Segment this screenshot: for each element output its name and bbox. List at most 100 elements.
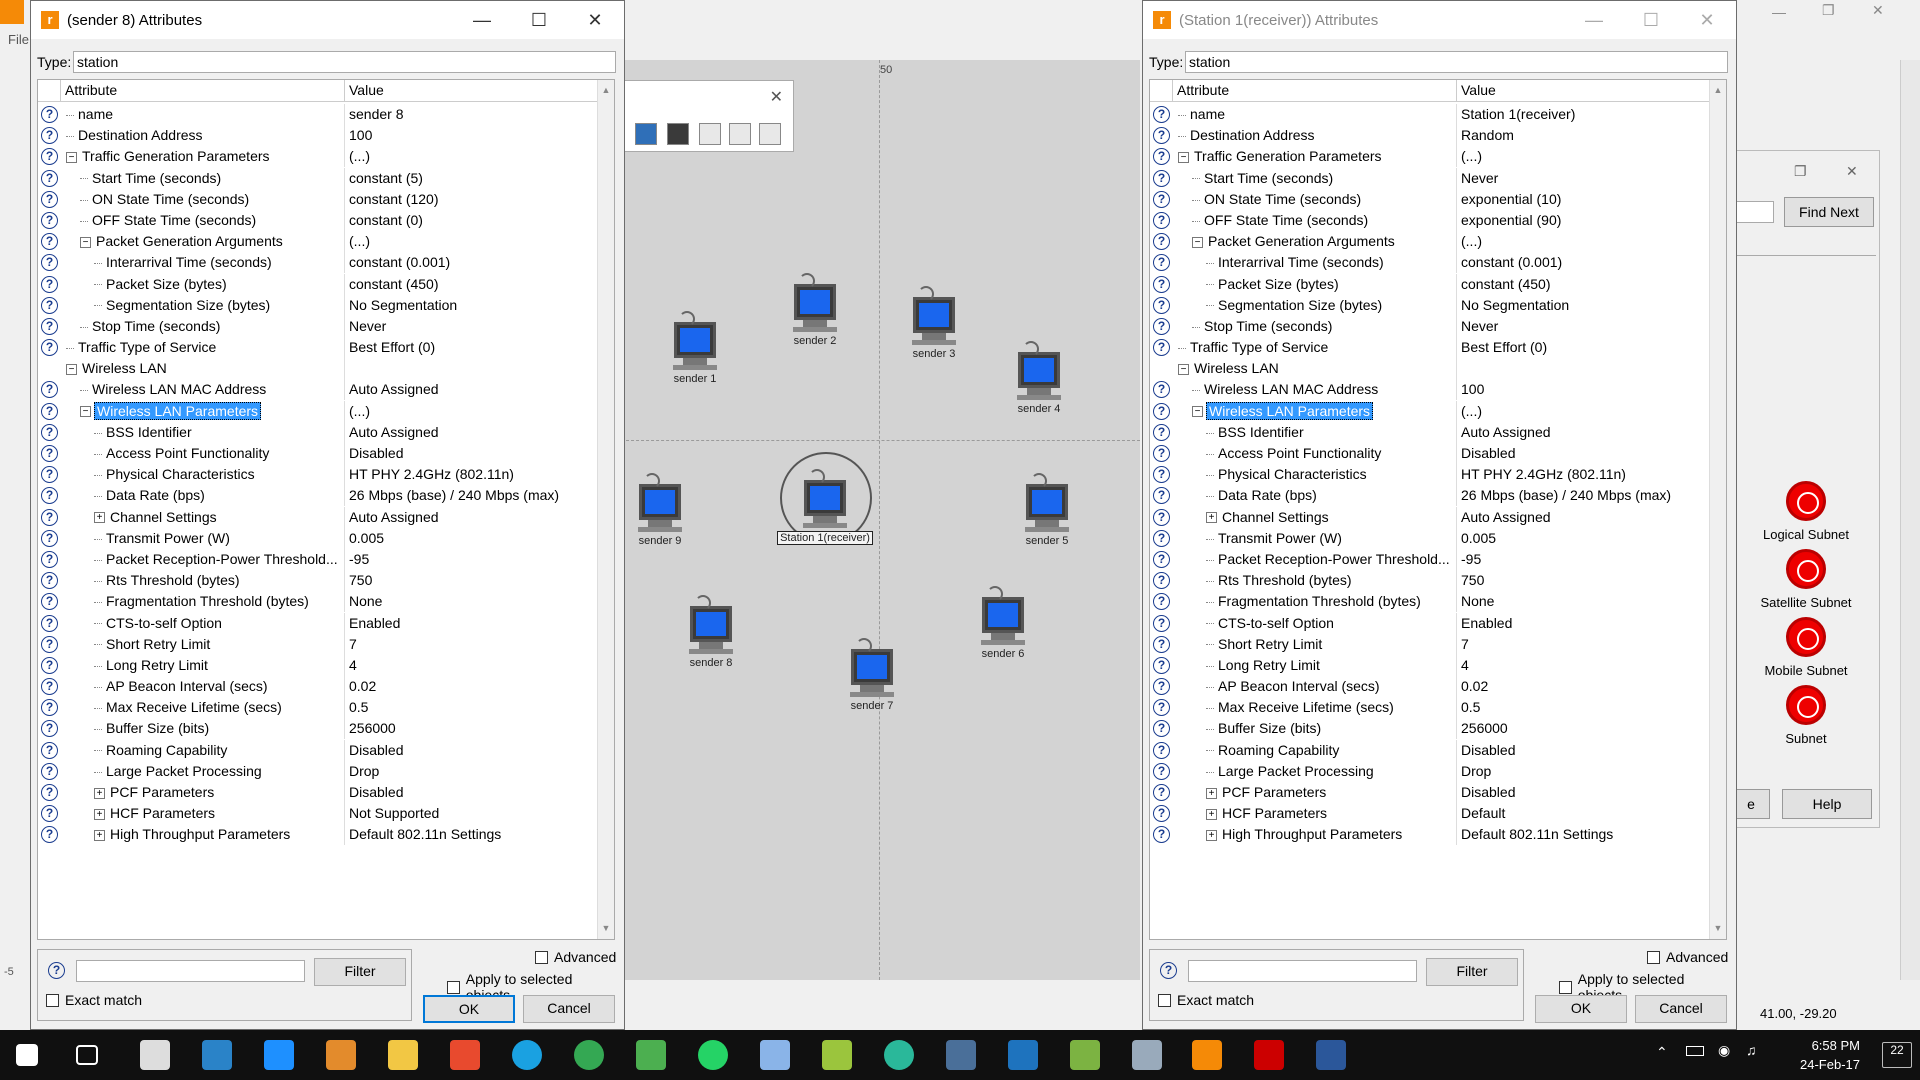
- attribute-row[interactable]: ? Interarrival Time (seconds) constant (0.…: [38, 252, 598, 274]
- riverbed-app-icon[interactable]: [1192, 1040, 1222, 1070]
- attribute-row[interactable]: ? ON State Time (seconds) constant (120): [38, 188, 598, 210]
- attribute-row[interactable]: ? − Traffic Generation Parameters (...): [38, 146, 598, 168]
- attribute-value-cell[interactable]: Disabled: [344, 739, 598, 761]
- app-icon-3[interactable]: [450, 1040, 480, 1070]
- app-icon-4[interactable]: [636, 1040, 666, 1070]
- app-icon-1[interactable]: [140, 1040, 170, 1070]
- attribute-value-cell[interactable]: No Segmentation: [1456, 294, 1710, 316]
- android-studio-icon[interactable]: [1070, 1040, 1100, 1070]
- attribute-name-cell[interactable]: CTS-to-self Option: [60, 613, 343, 634]
- exact-match-checkbox[interactable]: Exact match: [46, 992, 142, 1008]
- attribute-value-cell[interactable]: 26 Mbps (base) / 240 Mbps (max): [1456, 485, 1710, 507]
- attribute-value-cell[interactable]: exponential (10): [1456, 188, 1710, 210]
- attribute-row[interactable]: ? BSS Identifier Auto Assigned: [38, 421, 598, 443]
- attribute-value-cell[interactable]: (...): [1456, 146, 1710, 168]
- attribute-value-cell[interactable]: 0.5: [1456, 697, 1710, 719]
- minimize-icon[interactable]: —: [1772, 4, 1786, 20]
- expand-icon[interactable]: +: [94, 787, 105, 799]
- help-icon[interactable]: ?: [41, 233, 58, 251]
- attribute-grid[interactable]: Attribute Value ? name Station 1(receiver)…: [1149, 79, 1727, 940]
- attribute-value-cell[interactable]: (...): [1456, 231, 1710, 253]
- attribute-row[interactable]: ? AP Beacon Interval (secs) 0.02: [1150, 676, 1710, 698]
- find-next-button[interactable]: Find Next: [1784, 197, 1874, 227]
- attribute-value-cell[interactable]: Disabled: [1456, 782, 1710, 803]
- filter-input[interactable]: [76, 960, 305, 982]
- close-icon[interactable]: ✕: [567, 1, 623, 39]
- help-icon[interactable]: ?: [1153, 550, 1170, 568]
- attribute-name-cell[interactable]: Packet Size (bytes): [1172, 274, 1455, 295]
- help-icon[interactable]: ?: [41, 741, 58, 759]
- attribute-row[interactable]: ? Buffer Size (bits) 256000: [38, 718, 598, 740]
- attribute-row[interactable]: ? OFF State Time (seconds) exponential (90…: [1150, 209, 1710, 231]
- expand-icon[interactable]: +: [94, 512, 105, 524]
- maximize-icon[interactable]: ☐: [1623, 1, 1679, 39]
- attribute-name-cell[interactable]: name: [1172, 104, 1455, 125]
- help-icon[interactable]: ?: [41, 529, 58, 547]
- filter-button[interactable]: Filter: [1426, 958, 1518, 986]
- skype-icon[interactable]: [512, 1040, 542, 1070]
- attribute-value-cell[interactable]: 0.005: [1456, 527, 1710, 549]
- minimize-icon[interactable]: —: [1566, 1, 1622, 39]
- collapse-icon[interactable]: −: [1178, 364, 1189, 376]
- help-icon[interactable]: ?: [41, 508, 58, 526]
- help-icon[interactable]: ?: [41, 826, 58, 844]
- help-icon[interactable]: ?: [1153, 127, 1170, 145]
- collapse-icon[interactable]: −: [66, 152, 77, 164]
- attribute-name-cell[interactable]: − Traffic Generation Parameters: [1172, 146, 1455, 167]
- help-icon[interactable]: ?: [41, 614, 58, 632]
- attribute-name-cell[interactable]: Physical Characteristics: [1172, 464, 1455, 485]
- node-sender-3[interactable]: sender 3: [889, 286, 979, 360]
- attribute-value-cell[interactable]: Default 802.11n Settings: [1456, 824, 1710, 846]
- help-icon[interactable]: ?: [41, 678, 58, 696]
- attribute-value-cell[interactable]: 256000: [1456, 718, 1710, 740]
- node-sender-9[interactable]: sender 9: [615, 473, 705, 547]
- attribute-name-cell[interactable]: + HCF Parameters: [60, 803, 343, 824]
- attribute-name-cell[interactable]: Access Point Functionality: [60, 443, 343, 464]
- collapse-icon[interactable]: −: [80, 406, 91, 418]
- help-icon[interactable]: ?: [41, 211, 58, 229]
- attribute-name-cell[interactable]: Transmit Power (W): [1172, 528, 1455, 549]
- column-header-value[interactable]: Value: [344, 80, 598, 102]
- attribute-row[interactable]: ? Short Retry Limit 7: [1150, 633, 1710, 655]
- scroll-up-icon[interactable]: ▲: [1710, 82, 1726, 99]
- attribute-row[interactable]: ? Segmentation Size (bytes) No Segmentatio…: [38, 294, 598, 316]
- attribute-row[interactable]: ? Wireless LAN MAC Address Auto Assigned: [38, 379, 598, 401]
- attribute-name-cell[interactable]: Interarrival Time (seconds): [60, 252, 343, 273]
- help-icon[interactable]: ?: [1153, 826, 1170, 844]
- attribute-name-cell[interactable]: Large Packet Processing: [60, 761, 343, 782]
- node-sender-8[interactable]: sender 8: [666, 595, 756, 669]
- attribute-name-cell[interactable]: + PCF Parameters: [60, 782, 343, 803]
- attribute-name-cell[interactable]: Rts Threshold (bytes): [60, 570, 343, 591]
- help-icon[interactable]: ?: [41, 805, 58, 823]
- attribute-name-cell[interactable]: Segmentation Size (bytes): [60, 295, 343, 316]
- attribute-name-cell[interactable]: + Channel Settings: [60, 507, 343, 528]
- notification-icon[interactable]: 22: [1882, 1042, 1912, 1068]
- attribute-name-cell[interactable]: name: [60, 104, 343, 125]
- attribute-name-cell[interactable]: Start Time (seconds): [1172, 168, 1455, 189]
- attribute-value-cell[interactable]: Never: [344, 315, 598, 337]
- attribute-value-cell[interactable]: constant (450): [1456, 273, 1710, 295]
- attribute-value-cell[interactable]: Random: [1456, 125, 1710, 147]
- help-icon[interactable]: ?: [41, 381, 58, 399]
- attribute-row[interactable]: ? Data Rate (bps) 26 Mbps (base) / 240 Mbp…: [1150, 485, 1710, 507]
- attribute-row[interactable]: ? Max Receive Lifetime (secs) 0.5: [38, 697, 598, 719]
- attribute-value-cell[interactable]: None: [344, 591, 598, 613]
- attribute-value-cell[interactable]: Auto Assigned: [1456, 506, 1710, 528]
- attribute-name-cell[interactable]: Wireless LAN MAC Address: [1172, 379, 1455, 400]
- attribute-value-cell[interactable]: Disabled: [1456, 443, 1710, 464]
- help-icon[interactable]: ?: [41, 296, 58, 314]
- attribute-row[interactable]: ? Packet Reception-Power Threshold... -95: [1150, 548, 1710, 570]
- attribute-value-cell[interactable]: Never: [1456, 167, 1710, 189]
- attribute-value-cell[interactable]: constant (5): [344, 167, 598, 189]
- node-station-1-receiver[interactable]: Station 1(receiver): [770, 469, 880, 545]
- task-view-icon[interactable]: [76, 1045, 98, 1065]
- attribute-row[interactable]: ? CTS-to-self Option Enabled: [38, 612, 598, 634]
- attribute-name-cell[interactable]: Stop Time (seconds): [1172, 316, 1455, 337]
- attribute-value-cell[interactable]: [344, 358, 598, 380]
- scroll-down-icon[interactable]: ▼: [598, 920, 614, 937]
- attribute-name-cell[interactable]: Packet Reception-Power Threshold...: [1172, 549, 1455, 570]
- attribute-value-cell[interactable]: 7: [344, 633, 598, 655]
- scroll-down-icon[interactable]: ▼: [1710, 920, 1726, 937]
- help-icon[interactable]: ?: [1153, 317, 1170, 335]
- attribute-name-cell[interactable]: − Packet Generation Arguments: [60, 231, 343, 252]
